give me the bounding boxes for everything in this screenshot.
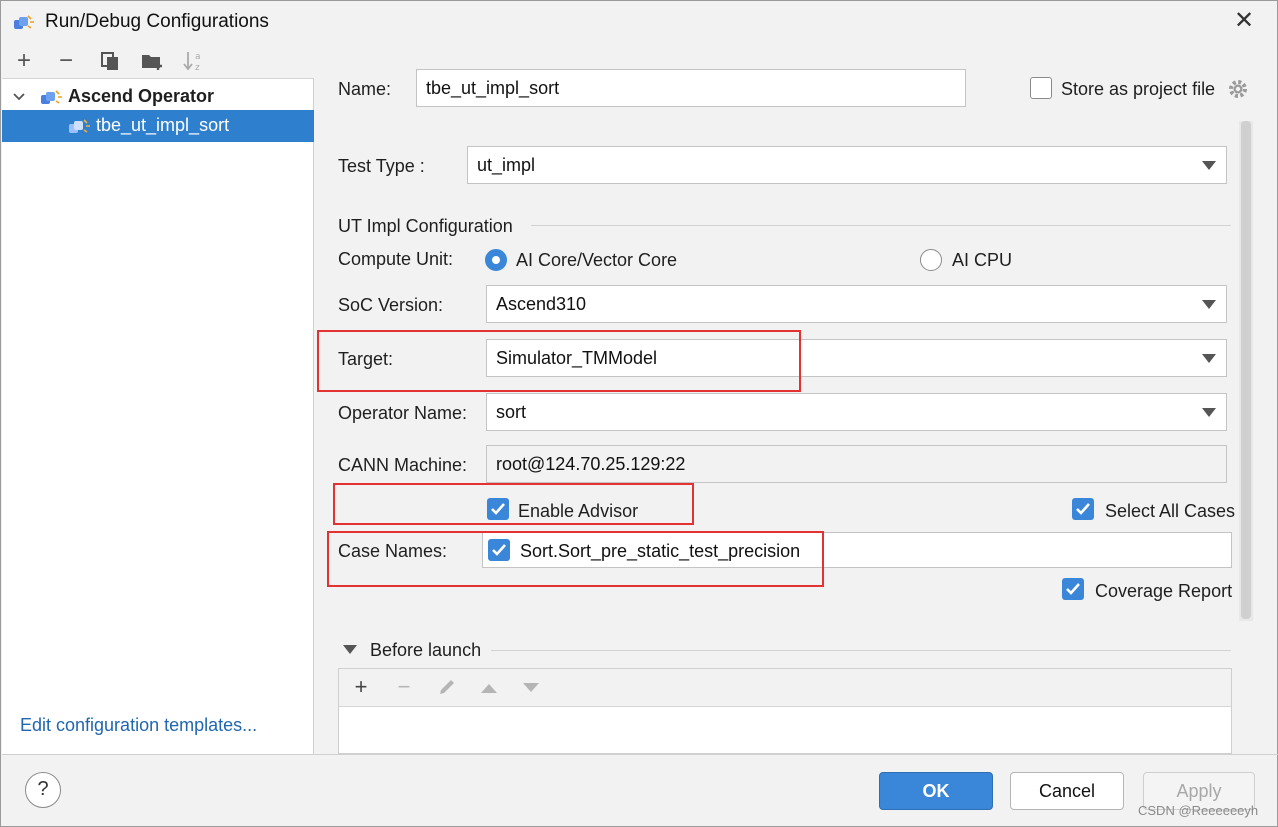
select-all-cases-label: Select All Cases [1105, 501, 1236, 521]
bottom-separator [2, 754, 1278, 755]
edit-configuration-templates-link[interactable]: Edit configuration templates... [20, 715, 257, 736]
before-launch-move-down-button[interactable] [518, 674, 544, 700]
chevron-down-icon [1202, 354, 1216, 363]
svg-text:a: a [195, 52, 201, 62]
before-launch-edit-button[interactable] [434, 674, 460, 700]
compute-unit-label: Compute Unit: [338, 249, 454, 269]
test-type-label: Test Type : [338, 156, 425, 176]
arrow-up-icon [481, 684, 497, 693]
add-configuration-button[interactable]: + [10, 47, 38, 75]
cann-machine-field[interactable]: root@124.70.25.129:22 [486, 445, 1227, 483]
coverage-report-label: Coverage Report [1095, 581, 1233, 601]
dialog-window: Run/Debug Configurations ✕ + − a z Ascen… [0, 0, 1278, 827]
configurations-sidebar: + − a z Ascend Operator tbe_ut_impl_sort… [2, 43, 314, 755]
pencil-icon [440, 680, 454, 694]
cancel-button[interactable]: Cancel [1010, 772, 1124, 810]
tree-group-label: Ascend Operator [68, 86, 215, 106]
compute-unit-ai-cpu-label: AI CPU [952, 250, 1013, 270]
store-as-project-file-checkbox[interactable] [1030, 77, 1052, 99]
watermark: CSDN @Reeeeeeyh [1138, 803, 1259, 818]
before-launch-toolbar: + − [339, 669, 1231, 707]
chevron-down-icon [1202, 408, 1216, 417]
compute-unit-ai-core-radio[interactable] [485, 249, 507, 271]
copy-icon [101, 52, 118, 70]
checkmark-icon [1076, 503, 1090, 515]
store-as-project-file-label: Store as project file [1061, 79, 1216, 99]
new-folder-button[interactable] [138, 47, 166, 75]
window-title: Run/Debug Configurations [45, 11, 269, 32]
compute-unit-ai-core-label: AI Core/Vector Core [516, 250, 678, 270]
section-title: UT Impl Configuration [338, 216, 513, 236]
highlight-box-target [317, 330, 801, 392]
copy-configuration-button[interactable] [96, 47, 124, 75]
before-launch-divider [491, 650, 1231, 651]
section-divider [531, 225, 1231, 226]
chevron-down-icon [1202, 161, 1216, 170]
arrow-down-icon [523, 683, 539, 692]
ascend-operator-icon [69, 119, 90, 133]
highlight-box-case-names [327, 531, 824, 587]
folder-add-icon [142, 55, 162, 70]
select-all-cases-checkbox[interactable] [1072, 498, 1094, 520]
close-icon[interactable]: ✕ [1229, 7, 1259, 37]
svg-text:z: z [195, 63, 200, 73]
name-label: Name: [338, 79, 392, 99]
soc-version-select[interactable]: Ascend310 [486, 285, 1227, 323]
chevron-down-icon [1202, 300, 1216, 309]
sort-az-icon: a z [183, 52, 201, 73]
name-input[interactable]: tbe_ut_impl_sort [416, 69, 966, 107]
collapse-triangle-icon[interactable] [343, 645, 357, 654]
ascend-operator-icon [41, 90, 62, 104]
help-button[interactable]: ? [25, 772, 61, 808]
before-launch-title[interactable]: Before launch [370, 640, 481, 661]
tree-item-tbe-ut-impl-sort[interactable]: tbe_ut_impl_sort [2, 110, 314, 142]
tree-item-label: tbe_ut_impl_sort [96, 115, 230, 135]
soc-version-label: SoC Version: [338, 295, 444, 315]
title-bar: Run/Debug Configurations ✕ [1, 1, 1277, 43]
before-launch-remove-button[interactable]: − [391, 674, 417, 700]
operator-name-select[interactable]: sort [486, 393, 1227, 431]
checkmark-icon [1066, 583, 1080, 595]
cann-machine-label: CANN Machine: [338, 455, 468, 475]
app-icon [14, 15, 34, 29]
before-launch-add-button[interactable]: + [348, 674, 374, 700]
operator-name-label: Operator Name: [338, 403, 468, 423]
coverage-report-checkbox[interactable] [1062, 578, 1084, 600]
ok-button[interactable]: OK [879, 772, 993, 810]
compute-unit-ai-cpu-radio[interactable] [920, 249, 942, 271]
remove-configuration-button[interactable]: − [52, 47, 80, 75]
before-launch-panel: + − [338, 668, 1232, 754]
form-scrollbar[interactable] [1239, 121, 1253, 621]
scrollbar-thumb[interactable] [1241, 121, 1251, 619]
test-type-select[interactable]: ut_impl [467, 146, 1227, 184]
gear-icon[interactable] [1227, 78, 1249, 100]
sort-configurations-button[interactable]: a z [180, 47, 208, 75]
sidebar-toolbar: + − a z [2, 43, 314, 79]
highlight-box-enable-advisor [333, 483, 694, 525]
chevron-down-icon[interactable] [12, 90, 26, 104]
before-launch-move-up-button[interactable] [476, 674, 502, 700]
tree-group-ascend-operator[interactable]: Ascend Operator [2, 81, 314, 113]
